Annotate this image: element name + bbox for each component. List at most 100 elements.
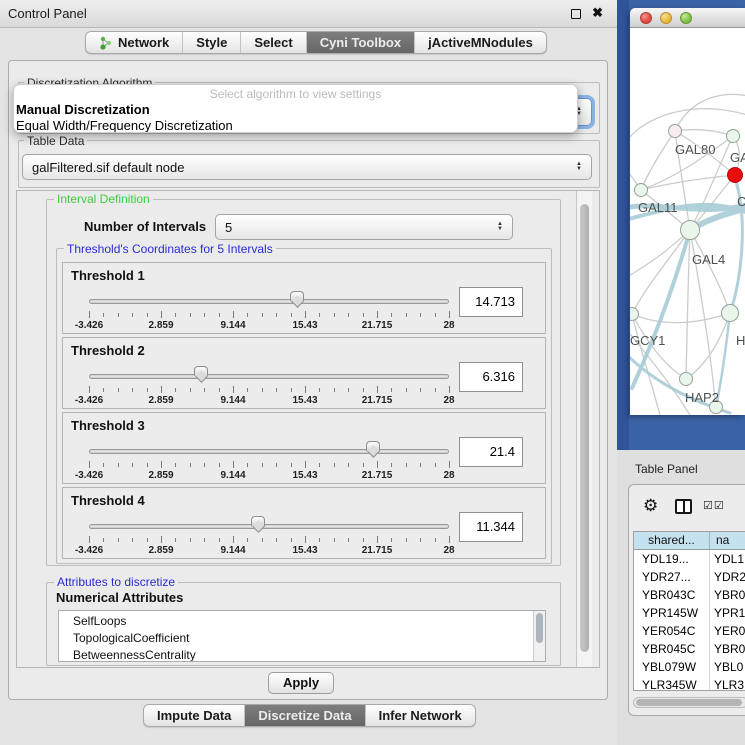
network-icon bbox=[99, 36, 113, 50]
network-node[interactable] bbox=[726, 129, 740, 143]
slider-track[interactable] bbox=[89, 374, 449, 379]
node-label: GAL80 bbox=[675, 142, 715, 157]
table-panel-title: Table Panel bbox=[635, 462, 698, 476]
node-table: shared... na YDL19...YDL1YDR27...YDR2YBR… bbox=[633, 531, 745, 691]
numerical-attributes-heading: Numerical Attributes bbox=[56, 590, 183, 605]
settings-vertical-scrollbar[interactable] bbox=[576, 191, 592, 667]
slider-tick-labels: -3.4262.8599.14415.4321.71528 bbox=[89, 470, 449, 482]
tab-impute-data[interactable]: Impute Data bbox=[144, 705, 244, 726]
threshold-2-slider: -3.4262.8599.14415.4321.71528 bbox=[89, 366, 449, 408]
table-data-title: Table Data bbox=[24, 134, 87, 148]
table-horizontal-scrollbar[interactable] bbox=[633, 697, 745, 708]
table-toolbar: ⚙ ☑☑ bbox=[629, 493, 745, 523]
table-row[interactable]: YER054CYER0 bbox=[634, 622, 745, 640]
gear-icon[interactable]: ⚙ bbox=[643, 496, 658, 516]
top-tab-bar: Network Style Select Cyni Toolbox jActiv… bbox=[85, 31, 547, 54]
attributes-scrollbar[interactable] bbox=[533, 611, 545, 661]
algorithm-dropdown-popup: Select algorithm to view settings Manual… bbox=[13, 84, 578, 133]
threshold-1-slider: -3.4262.8599.14415.4321.71528 bbox=[89, 291, 449, 333]
table-data-combo-value: galFiltered.sif default node bbox=[32, 160, 184, 175]
slider-track[interactable] bbox=[89, 449, 449, 454]
column-header-name[interactable]: na bbox=[710, 532, 745, 549]
zoom-traffic-light-icon[interactable] bbox=[680, 12, 692, 24]
slider-ticks bbox=[89, 536, 449, 544]
column-header-shared-name[interactable]: shared... bbox=[634, 532, 710, 549]
slider-thumb[interactable] bbox=[251, 516, 265, 526]
node-label: GCY1 bbox=[630, 333, 665, 348]
network-node[interactable] bbox=[634, 183, 648, 197]
table-row[interactable]: YBR043CYBR0 bbox=[634, 586, 745, 604]
table-panel: ⚙ ☑☑ shared... na YDL19...YDL1YDR27...YD… bbox=[628, 484, 745, 716]
table-row[interactable]: YDR27...YDR2 bbox=[634, 568, 745, 586]
network-canvas[interactable]: GAL80GACGAL11GAL4GCY1HHAP2 bbox=[630, 28, 745, 415]
slider-ticks bbox=[89, 461, 449, 469]
threshold-4-slider: -3.4262.8599.14415.4321.71528 bbox=[89, 516, 449, 558]
table-row[interactable]: YBR045CYBR0 bbox=[634, 640, 745, 658]
tab-style[interactable]: Style bbox=[182, 32, 240, 53]
algorithm-hint: Select algorithm to view settings bbox=[14, 85, 577, 101]
threshold-1-value[interactable]: 14.713 bbox=[459, 287, 523, 317]
threshold-3-slider: -3.4262.8599.14415.4321.71528 bbox=[89, 441, 449, 483]
table-header-row: shared... na bbox=[634, 532, 745, 550]
slider-ticks bbox=[89, 386, 449, 394]
attribute-topologicalcoefficient[interactable]: TopologicalCoefficient bbox=[59, 630, 545, 647]
threshold-4-value[interactable]: 11.344 bbox=[459, 512, 523, 542]
screen: Control Panel ✖ Network Style Select Cyn… bbox=[0, 0, 745, 745]
select-columns-icon[interactable]: ☑☑ bbox=[703, 499, 725, 512]
tab-network-label: Network bbox=[118, 35, 169, 50]
table-panel-area: Table Panel ⚙ ☑☑ shared... na YDL19...YD… bbox=[617, 450, 745, 745]
attribute-betweennesscentrality[interactable]: BetweennessCentrality bbox=[59, 647, 545, 662]
panel-title: Control Panel bbox=[8, 6, 87, 21]
table-body: YDL19...YDL1YDR27...YDR2YBR043CYBR0YPR14… bbox=[634, 550, 745, 691]
table-data-combo[interactable]: galFiltered.sif default node ▲▼ bbox=[22, 154, 592, 180]
network-node[interactable] bbox=[721, 304, 739, 322]
interval-definition-title: Interval Definition bbox=[54, 192, 153, 206]
option-equal-width-frequency[interactable]: Equal Width/Frequency Discretization bbox=[14, 117, 577, 133]
split-columns-icon[interactable] bbox=[675, 499, 692, 514]
slider-ticks bbox=[89, 311, 449, 319]
slider-thumb[interactable] bbox=[194, 366, 208, 376]
close-icon[interactable]: ✖ bbox=[592, 5, 603, 21]
close-traffic-light-icon[interactable] bbox=[640, 12, 652, 24]
network-view-frame: GAL80GACGAL11GAL4GCY1HHAP2 bbox=[617, 0, 745, 450]
slider-tick-labels: -3.4262.8599.14415.4321.71528 bbox=[89, 545, 449, 557]
slider-thumb[interactable] bbox=[366, 441, 380, 451]
option-manual-discretization[interactable]: Manual Discretization bbox=[14, 101, 577, 117]
node-label: GA bbox=[730, 150, 745, 165]
table-row[interactable]: YPR145WYPR1 bbox=[634, 604, 745, 622]
table-row[interactable]: YBL079WYBL0 bbox=[634, 658, 745, 676]
tab-discretize-data[interactable]: Discretize Data bbox=[244, 705, 364, 726]
node-label: GAL11 bbox=[638, 200, 678, 215]
float-window-icon[interactable] bbox=[571, 9, 581, 19]
right-area: GAL80GACGAL11GAL4GCY1HHAP2 Table Panel ⚙… bbox=[617, 0, 745, 745]
slider-track[interactable] bbox=[89, 524, 449, 529]
table-row[interactable]: YDL19...YDL1 bbox=[634, 550, 745, 568]
network-frame-edge bbox=[617, 0, 629, 450]
network-node[interactable] bbox=[680, 220, 700, 240]
network-node[interactable] bbox=[727, 167, 743, 183]
slider-track[interactable] bbox=[89, 299, 449, 304]
network-node[interactable] bbox=[679, 372, 693, 386]
combo-stepper-icon: ▲▼ bbox=[491, 222, 503, 232]
control-panel-titlebar: Control Panel ✖ bbox=[0, 0, 617, 28]
tab-cyni-toolbox[interactable]: Cyni Toolbox bbox=[306, 32, 414, 53]
minimize-traffic-light-icon[interactable] bbox=[660, 12, 672, 24]
node-label: H bbox=[736, 333, 745, 348]
threshold-row-3: Threshold 3 -3.4262.8599.14415.4321.7152… bbox=[62, 412, 546, 484]
tab-select[interactable]: Select bbox=[240, 32, 305, 53]
threshold-3-value[interactable]: 21.4 bbox=[459, 437, 523, 467]
table-row[interactable]: YLR345WYLR3 bbox=[634, 676, 745, 691]
apply-button[interactable]: Apply bbox=[268, 672, 334, 694]
threshold-2-value[interactable]: 6.316 bbox=[459, 362, 523, 392]
node-label: GAL4 bbox=[692, 252, 725, 267]
node-label: HAP2 bbox=[685, 390, 719, 405]
tab-network[interactable]: Network bbox=[86, 32, 182, 53]
tab-jactivemnodules[interactable]: jActiveMNodules bbox=[414, 32, 546, 53]
network-node[interactable] bbox=[668, 124, 682, 138]
attribute-selfloops[interactable]: SelfLoops bbox=[59, 611, 545, 630]
threshold-2-label: Threshold 2 bbox=[71, 343, 145, 358]
number-of-intervals-combo[interactable]: 5 ▲▼ bbox=[215, 214, 513, 240]
slider-thumb[interactable] bbox=[290, 291, 304, 301]
bottom-tab-bar: Impute Data Discretize Data Infer Networ… bbox=[143, 704, 476, 727]
tab-infer-network[interactable]: Infer Network bbox=[365, 705, 475, 726]
